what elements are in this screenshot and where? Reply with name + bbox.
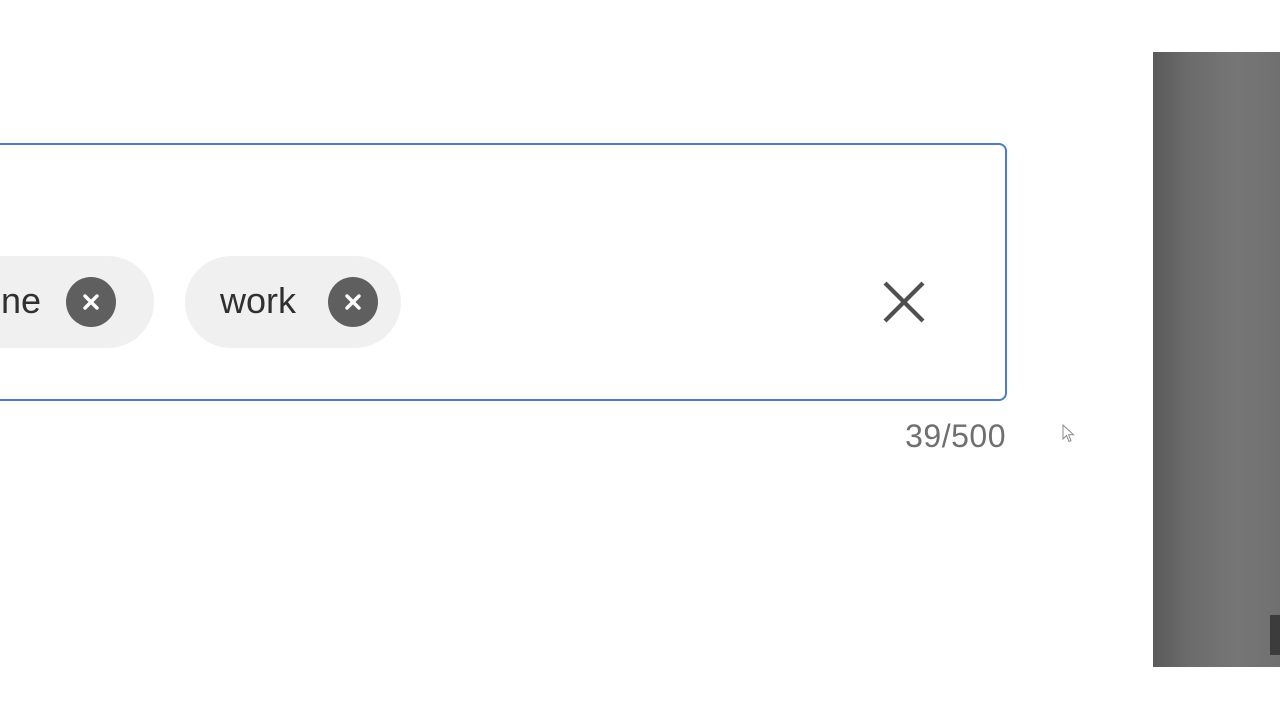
side-panel (1153, 52, 1280, 667)
page: online work 39/500 (0, 0, 1280, 720)
chip-remove-icon[interactable] (66, 277, 116, 327)
character-counter: 39/500 (905, 418, 1006, 454)
chip-label: work (220, 280, 297, 322)
chip-label: online (0, 280, 41, 322)
side-panel-tab (1270, 615, 1280, 655)
chip-online[interactable]: online (0, 256, 154, 348)
chip-remove-icon[interactable] (328, 277, 378, 327)
tags-input-field[interactable]: online work (0, 143, 1007, 401)
chip-work[interactable]: work (185, 256, 401, 348)
close-icon (883, 281, 925, 323)
close-circle-icon (345, 294, 361, 310)
mouse-pointer-icon (1062, 424, 1075, 443)
close-circle-icon (83, 294, 99, 310)
clear-all-button[interactable] (878, 276, 930, 328)
